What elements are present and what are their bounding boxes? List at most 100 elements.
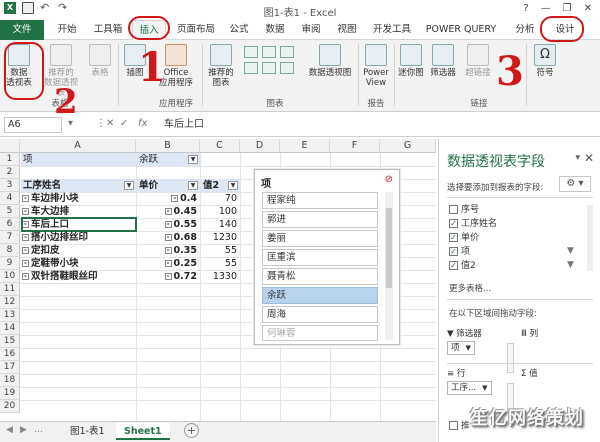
- row-header[interactable]: 16: [0, 348, 20, 361]
- tab-analyze[interactable]: 分析: [510, 20, 540, 40]
- pivot-row-name-cell[interactable]: - 车大边排: [22, 205, 136, 218]
- checkbox-unchecked-icon[interactable]: [449, 421, 458, 430]
- tab-developer[interactable]: 开发工具: [368, 20, 416, 40]
- price-dropdown-icon[interactable]: ▼: [188, 181, 198, 190]
- row-header[interactable]: 3: [0, 179, 20, 192]
- slicer-item-dim[interactable]: 何琳蓉: [262, 325, 378, 341]
- column-header-a[interactable]: A: [20, 139, 136, 153]
- field-filter-icon[interactable]: ▼: [567, 246, 574, 256]
- sheet-tab[interactable]: 图1-表1: [62, 423, 113, 440]
- field-filter-icon[interactable]: ▼: [567, 260, 574, 270]
- column-header-d[interactable]: D: [240, 139, 280, 153]
- bar-chart-icon[interactable]: [244, 62, 258, 74]
- tab-power-query[interactable]: POWER QUERY: [424, 20, 498, 40]
- pivot-row-value[interactable]: 55: [201, 257, 239, 270]
- column-header-b[interactable]: B: [136, 139, 200, 153]
- field-item[interactable]: ✓ 单价: [449, 231, 479, 245]
- more-sheets-icon[interactable]: …: [34, 425, 43, 435]
- slicer-item[interactable]: 匡重滨: [262, 249, 378, 266]
- close-panel-icon[interactable]: ✕: [584, 151, 594, 165]
- row-header[interactable]: 13: [0, 309, 20, 322]
- tab-toolbox[interactable]: 工具箱: [88, 20, 128, 40]
- pivot-row-value[interactable]: 100: [201, 205, 239, 218]
- column-header-g[interactable]: G: [380, 139, 436, 153]
- pivot-row-name-cell-selected[interactable]: - 车后上口: [21, 217, 137, 232]
- checkbox-unchecked-icon[interactable]: [449, 205, 458, 214]
- pivot-row-name-cell[interactable]: - 双针搭鞋眼丝印: [22, 270, 136, 283]
- pivot-row-name-cell[interactable]: - 搭小边排丝印: [22, 231, 136, 244]
- collapse-icon[interactable]: -: [22, 195, 29, 202]
- row-header[interactable]: 4: [0, 192, 20, 205]
- field-list-scrollbar[interactable]: [587, 205, 593, 271]
- tab-file[interactable]: 文件: [0, 20, 44, 40]
- checkbox-checked-icon[interactable]: ✓: [449, 261, 458, 270]
- pivot-row-value[interactable]: 70: [201, 192, 239, 205]
- slicer-scroll-thumb[interactable]: [386, 208, 392, 288]
- recommended-charts-button[interactable]: 推荐的 图表: [204, 44, 238, 88]
- collapse-icon[interactable]: -: [164, 273, 172, 280]
- row-header[interactable]: 17: [0, 361, 20, 374]
- slicer-item[interactable]: 姜丽: [262, 230, 378, 247]
- column-chart-icon[interactable]: [244, 46, 258, 58]
- pivot-row-price-cell[interactable]: -0.45: [137, 205, 199, 218]
- collapse-icon[interactable]: -: [164, 234, 172, 241]
- row-header[interactable]: 18: [0, 374, 20, 387]
- tab-home[interactable]: 开始: [50, 20, 84, 40]
- field-item[interactable]: ✓ 工序姓名: [449, 217, 497, 231]
- add-sheet-icon[interactable]: +: [184, 423, 199, 438]
- pivot-row-name-cell[interactable]: - 定鞋带小块: [22, 257, 136, 270]
- slicer-item[interactable]: 聂青松: [262, 268, 378, 285]
- collapse-icon[interactable]: -: [164, 208, 172, 215]
- insert-function-icon[interactable]: fx: [138, 118, 147, 129]
- slicer-scrollbar[interactable]: [385, 192, 393, 340]
- formula-input[interactable]: 车后上口: [158, 117, 426, 133]
- name-box-dropdown-icon[interactable]: ▾: [68, 118, 73, 129]
- row-header[interactable]: 1: [0, 153, 20, 166]
- pivot-row-name-cell[interactable]: - 车边排小块: [22, 192, 136, 205]
- tab-data[interactable]: 数据: [258, 20, 292, 40]
- column-header-c[interactable]: C: [200, 139, 240, 153]
- row-header[interactable]: 2: [0, 166, 20, 179]
- tab-review[interactable]: 审阅: [294, 20, 328, 40]
- row-header[interactable]: 5: [0, 205, 20, 218]
- collapse-icon[interactable]: -: [164, 260, 172, 267]
- row-header[interactable]: 8: [0, 244, 20, 257]
- row-header[interactable]: 10: [0, 270, 20, 283]
- slicer-item-selected[interactable]: 余跃: [262, 287, 378, 304]
- pivot-row-price-cell[interactable]: -0.25: [137, 257, 199, 270]
- field-item[interactable]: ✓ 项: [449, 245, 470, 259]
- filters-area[interactable]: ▼ 筛选器 项 ▼: [447, 327, 515, 361]
- value-filter-icon[interactable]: ▼: [228, 181, 238, 190]
- slicer-item[interactable]: 周海: [262, 306, 378, 323]
- collapse-icon[interactable]: -: [22, 247, 29, 254]
- help-icon[interactable]: ?: [523, 3, 528, 14]
- row-header[interactable]: 9: [0, 257, 20, 270]
- tab-page-layout[interactable]: 页面布局: [170, 20, 222, 40]
- minimize-icon[interactable]: —: [541, 3, 551, 14]
- checkbox-checked-icon[interactable]: ✓: [449, 219, 458, 228]
- checkbox-checked-icon[interactable]: ✓: [449, 233, 458, 242]
- slicer-item[interactable]: 程家纯: [262, 192, 378, 209]
- pie-chart-icon[interactable]: [280, 46, 294, 58]
- row-header[interactable]: 11: [0, 283, 20, 296]
- more-tables-link[interactable]: 更多表格...: [449, 282, 491, 294]
- pivot-row-price-cell[interactable]: -0.55: [137, 218, 199, 231]
- pivot-row-name-cell[interactable]: - 定扣皮: [22, 244, 136, 257]
- row-header[interactable]: 12: [0, 296, 20, 309]
- field-item[interactable]: 序号: [449, 203, 479, 217]
- pivot-row-price-cell[interactable]: -0.72: [137, 270, 199, 283]
- pivot-chart-button[interactable]: 数据透视图: [304, 44, 356, 78]
- collapse-icon[interactable]: -: [22, 234, 29, 241]
- symbol-button[interactable]: Ω 符号: [530, 44, 560, 78]
- pivot-header-price-cell[interactable]: 单价 ▼: [137, 179, 200, 192]
- row-header[interactable]: 15: [0, 335, 20, 348]
- row-label-dropdown-icon[interactable]: ▼: [124, 181, 134, 190]
- area-chart-icon[interactable]: [262, 62, 276, 74]
- pivot-header-name-cell[interactable]: 工序姓名 ▼: [21, 179, 136, 192]
- column-header-f[interactable]: F: [330, 139, 380, 153]
- settings-gear-icon[interactable]: ⚙ ▾: [559, 176, 591, 192]
- tab-formulas[interactable]: 公式: [224, 20, 254, 40]
- row-header[interactable]: 6: [0, 218, 20, 231]
- scatter-chart-icon[interactable]: [280, 62, 294, 74]
- checkbox-checked-icon[interactable]: ✓: [449, 247, 458, 256]
